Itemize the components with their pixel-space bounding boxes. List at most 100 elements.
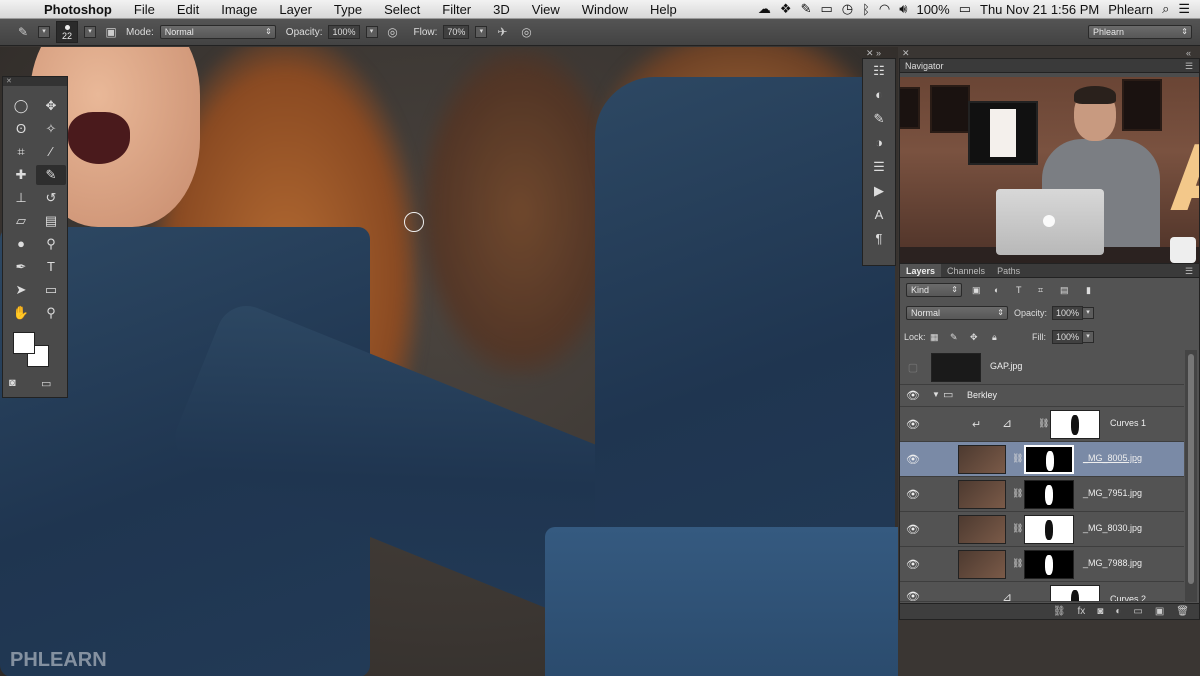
creative-cloud-icon[interactable]: ☁ — [758, 1, 771, 17]
layer-mask-thumbnail[interactable] — [1024, 515, 1074, 544]
foreground-color-swatch[interactable] — [13, 332, 35, 354]
link-icon[interactable]: ⛓ — [1012, 453, 1023, 464]
layer-row-curves-2[interactable]: 👁︎ ⊿ Curves 2 — [900, 582, 1184, 602]
blend-mode-select[interactable]: Normal — [906, 306, 1008, 320]
lasso-tool-icon[interactable]: ʘ — [6, 119, 36, 139]
mode-select[interactable]: Normal — [159, 25, 276, 39]
eyedropper-tool-icon[interactable]: ⁄ — [36, 142, 66, 162]
tab-channels[interactable]: Channels — [941, 264, 991, 277]
layer-row-mg-8005[interactable]: 👁︎ ⛓ _MG_8005.jpg — [900, 442, 1184, 477]
menu-filter[interactable]: Filter — [431, 2, 482, 17]
adjustments-panel-icon[interactable]: ◐ — [863, 83, 895, 107]
type-tool-icon[interactable]: T — [36, 257, 66, 277]
layer-name[interactable]: _MG_7951.jpg — [1083, 488, 1142, 498]
link-icon[interactable]: ⛓ — [1012, 558, 1023, 569]
layer-name[interactable]: _MG_8005.jpg — [1083, 453, 1142, 463]
layer-group-berkley[interactable]: 👁︎ ▼ ▭ Berkley — [900, 385, 1184, 407]
new-group-icon[interactable]: ▭ — [1133, 606, 1142, 617]
layer-opacity-dropdown[interactable]: ▾ — [1082, 307, 1094, 319]
layer-mask-thumbnail[interactable] — [1050, 410, 1100, 439]
link-layers-icon[interactable]: ⛓ — [1053, 606, 1066, 617]
brush-panel-icon[interactable]: ✎ — [863, 107, 895, 131]
navigator-preview[interactable]: A — [900, 77, 1199, 263]
layer-style-icon[interactable]: fx — [1078, 606, 1086, 617]
brush-panel-toggle-icon[interactable]: ▣ — [102, 23, 120, 41]
path-selection-tool-icon[interactable]: ➤ — [6, 280, 36, 300]
group-expand-chevron-icon[interactable]: ▼ — [932, 390, 940, 399]
airbrush-icon[interactable]: ✈ — [493, 23, 511, 41]
evernote-icon[interactable]: ✎ — [801, 1, 812, 17]
eye-icon[interactable]: 👁︎ — [906, 590, 920, 601]
filter-smart-object-icon[interactable]: ▤ — [1060, 285, 1069, 296]
magic-wand-tool-icon[interactable]: ✧ — [36, 119, 66, 139]
lock-transparent-icon[interactable]: ▦ — [930, 332, 939, 343]
visibility-toggle-hidden[interactable]: ▢ — [906, 361, 920, 374]
history-brush-tool-icon[interactable]: ↺ — [36, 188, 66, 208]
brush-tool-icon[interactable]: ✎ — [36, 165, 66, 185]
marquee-tool-icon[interactable]: ◯ — [6, 96, 36, 116]
rectangle-tool-icon[interactable]: ▭ — [36, 280, 66, 300]
filter-kind-select[interactable]: Kind — [906, 283, 962, 297]
tools-panel-titlebar[interactable]: ✕ — [3, 77, 67, 86]
layer-name[interactable]: GAP.jpg — [990, 361, 1022, 371]
user-name[interactable]: Phlearn — [1108, 2, 1153, 17]
menu-file[interactable]: File — [123, 2, 166, 17]
gradient-tool-icon[interactable]: ▤ — [36, 211, 66, 231]
layer-name[interactable]: _MG_8030.jpg — [1083, 523, 1142, 533]
layer-name[interactable]: Berkley — [967, 390, 997, 400]
workspace-select[interactable]: Phlearn — [1088, 25, 1192, 39]
filter-pixel-icon[interactable]: ▣ — [972, 285, 981, 296]
opacity-dropdown[interactable]: ▾ — [365, 26, 378, 38]
pressure-opacity-icon[interactable]: ◎ — [384, 23, 402, 41]
menu-3d[interactable]: 3D — [482, 2, 521, 17]
lock-position-icon[interactable]: ✥ — [970, 332, 978, 343]
layer-mask-thumbnail[interactable] — [1024, 445, 1074, 474]
filter-type-icon[interactable]: T — [1016, 285, 1022, 295]
filter-adjustment-icon[interactable]: ◐ — [994, 285, 999, 295]
menu-edit[interactable]: Edit — [166, 2, 210, 17]
color-panel-icon[interactable]: ◑ — [863, 131, 895, 155]
eye-icon[interactable]: 👁︎ — [906, 488, 920, 501]
wifi-icon[interactable]: ◠ — [879, 1, 890, 17]
actions-panel-icon[interactable]: ▶ — [863, 179, 895, 203]
tab-layers[interactable]: Layers — [900, 264, 942, 277]
menu-window[interactable]: Window — [571, 2, 639, 17]
bluetooth-icon[interactable]: ᛒ — [862, 2, 870, 17]
navigator-menu-icon[interactable]: ☰ — [1185, 61, 1193, 72]
link-icon[interactable]: ⛓ — [1012, 523, 1023, 534]
time-machine-icon[interactable]: ◷ — [842, 1, 853, 17]
add-mask-icon[interactable]: ◙ — [1097, 606, 1103, 617]
pen-tool-icon[interactable]: ✒ — [6, 257, 36, 277]
fill-dropdown[interactable]: ▾ — [1082, 331, 1094, 343]
link-icon[interactable]: ⛓ — [1038, 418, 1049, 429]
filter-toggle-icon[interactable]: ▮ — [1086, 285, 1091, 296]
document-canvas[interactable]: PHLEARN — [0, 47, 898, 676]
crop-tool-icon[interactable]: ⌗ — [6, 142, 36, 162]
layer-row-gap[interactable]: ▢ GAP.jpg — [900, 350, 1184, 385]
clone-stamp-tool-icon[interactable]: ⊥ — [6, 188, 36, 208]
tool-preset-dropdown[interactable]: ▾ — [38, 26, 50, 38]
tab-paths[interactable]: Paths — [991, 264, 1026, 277]
eye-icon[interactable]: 👁︎ — [906, 418, 920, 431]
battery-icon[interactable]: ▭ — [959, 1, 971, 17]
layer-row-mg-7951[interactable]: 👁︎ ⛓ _MG_7951.jpg — [900, 477, 1184, 512]
link-icon[interactable]: ⛓ — [1012, 488, 1023, 499]
history-panel-icon[interactable]: ☷ — [863, 59, 895, 83]
menu-layer[interactable]: Layer — [268, 2, 323, 17]
layers-scrollbar[interactable] — [1185, 350, 1197, 602]
menu-type[interactable]: Type — [323, 2, 373, 17]
opacity-input[interactable]: 100% — [328, 25, 360, 39]
properties-panel-icon[interactable]: ☰ — [863, 155, 895, 179]
eraser-tool-icon[interactable]: ▱ — [6, 211, 36, 231]
clock[interactable]: Thu Nov 21 1:56 PM — [980, 2, 1099, 17]
menu-select[interactable]: Select — [373, 2, 431, 17]
layer-row-mg-8030[interactable]: 👁︎ ⛓ _MG_8030.jpg — [900, 512, 1184, 547]
spotlight-icon[interactable]: ⌕ — [1162, 1, 1169, 17]
layer-mask-thumbnail[interactable] — [1024, 480, 1074, 509]
flow-input[interactable]: 70% — [443, 25, 470, 39]
pressure-size-icon[interactable]: ◎ — [517, 23, 535, 41]
move-tool-icon[interactable]: ✥ — [36, 96, 66, 116]
eye-icon[interactable]: 👁︎ — [906, 558, 920, 571]
layer-mask-thumbnail[interactable] — [1024, 550, 1074, 579]
brush-tool-preset-icon[interactable]: ✎ — [14, 23, 32, 41]
